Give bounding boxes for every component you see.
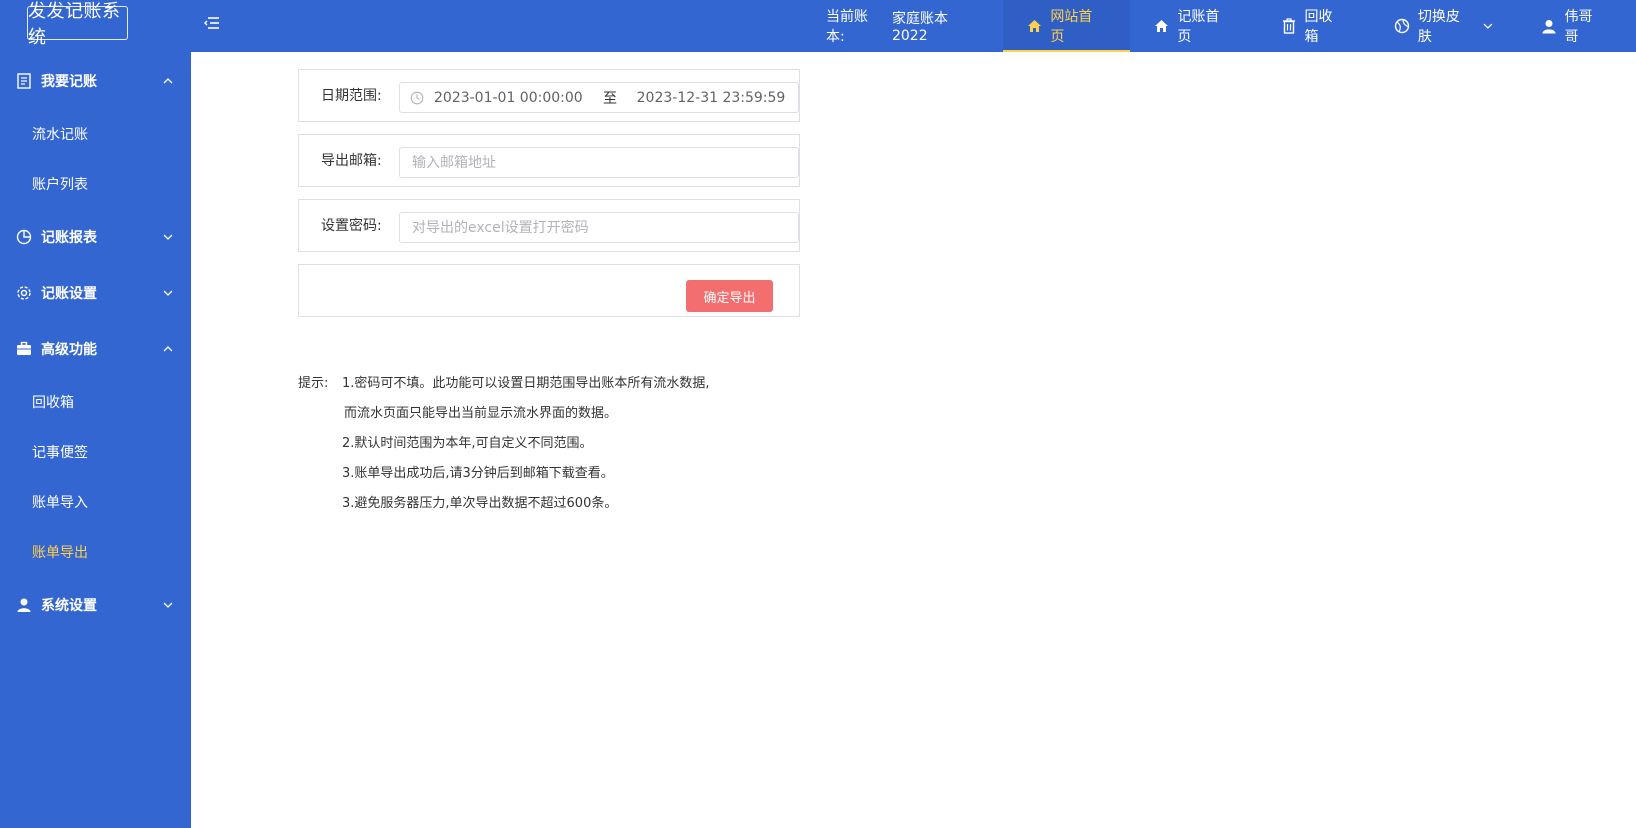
sidebar-item-label: 回收箱 [32,395,74,411]
nav-bookkeeping-home[interactable]: 记账首页 [1130,0,1257,52]
sidebar-group-system[interactable]: 系统设置 [0,577,191,633]
app-logo[interactable]: 发发记账系统 [27,1,128,48]
sidebar: 发发记账系统 我要记账 流水记账 账户列表 记账报表 记账设置 高级功能 回收箱… [0,0,191,828]
tip-line: 1.密码可不填。此功能可以设置日期范围导出账本所有流水数据, [342,376,710,391]
sidebar-group-label: 记账报表 [41,230,97,246]
nav-label: 记账首页 [1177,9,1220,45]
sidebar-item-import[interactable]: 账单导入 [0,477,191,527]
gear-icon [16,285,32,301]
menu-fold-icon [204,17,219,29]
password-input[interactable] [400,213,798,242]
tip-line: 2.默认时间范围为本年,可自定义不同范围。 [342,436,593,451]
user-icon [16,597,32,613]
date-range-row: 日期范围: 2023-01-01 00:00:00 至 2023-12-31 2… [298,69,800,122]
tips-label: 提示: [298,376,329,391]
sidebar-item-label: 账户列表 [32,177,88,193]
email-input[interactable] [400,148,798,177]
end-date-input[interactable]: 2023-12-31 23:59:59 [626,90,796,106]
sidebar-item-export[interactable]: 账单导出 [0,527,191,577]
nav-user-menu[interactable]: 伟哥哥 [1517,0,1636,52]
document-icon [16,73,32,89]
nav-label: 网站首页 [1050,9,1093,45]
email-row: 导出邮箱: [298,134,800,187]
ledger-name: 家庭账本2022 [891,11,948,44]
sidebar-menu: 我要记账 流水记账 账户列表 记账报表 记账设置 高级功能 回收箱 记事便签 账… [0,53,191,633]
sidebar-item-label: 记事便签 [32,445,88,461]
sidebar-group-label: 我要记账 [41,74,97,90]
header-left-bar [191,0,806,52]
nav-site-home[interactable]: 网站首页 [1002,0,1130,52]
start-date-input[interactable]: 2023-01-01 00:00:00 [434,90,594,106]
header-nav: 当前账本: 家庭账本2022 网站首页 记账首页 回收箱 切换皮肤 伟哥哥 [806,0,1636,52]
tip-line: 而流水页面只能导出当前显示流水界面的数据。 [344,406,618,421]
nav-label: 伟哥哥 [1564,9,1593,45]
chevron-down-icon [163,290,173,296]
sidebar-item-label: 账单导入 [32,495,88,511]
top-header: 当前账本: 家庭账本2022 网站首页 记账首页 回收箱 切换皮肤 伟哥哥 [0,0,1636,52]
palette-icon [1394,18,1410,34]
clock-icon [410,91,424,104]
sidebar-group-label: 记账设置 [41,286,97,302]
sidebar-group-advanced[interactable]: 高级功能 [0,321,191,377]
app-title: 发发记账系统 [28,1,121,48]
chevron-down-icon [163,234,173,240]
chevron-down-icon [163,602,173,608]
password-row: 设置密码: [298,199,800,252]
collapse-sidebar-button[interactable] [200,11,224,35]
home-icon [1027,18,1043,34]
briefcase-icon [16,341,32,357]
pie-chart-icon [16,229,32,245]
action-row: 确定导出 [298,264,800,317]
date-range-label: 日期范围: [321,88,382,104]
chevron-up-icon [163,78,173,84]
confirm-export-button[interactable]: 确定导出 [686,280,773,312]
sidebar-item-notes[interactable]: 记事便签 [0,427,191,477]
date-range-picker[interactable]: 2023-01-01 00:00:00 至 2023-12-31 23:59:5… [399,82,799,113]
sidebar-group-reports[interactable]: 记账报表 [0,209,191,265]
sidebar-item-accounts[interactable]: 账户列表 [0,159,191,209]
sidebar-item-recycle[interactable]: 回收箱 [0,377,191,427]
nav-recycle-bin[interactable]: 回收箱 [1257,0,1370,52]
password-label: 设置密码: [321,218,382,234]
home-icon [1154,18,1170,34]
email-input-box [399,147,799,178]
password-input-box [399,212,799,243]
chevron-down-icon [1483,23,1493,29]
nav-label: 切换皮肤 [1417,9,1460,45]
sidebar-group-label: 系统设置 [41,598,97,614]
trash-icon [1281,18,1297,34]
nav-switch-skin[interactable]: 切换皮肤 [1370,0,1517,52]
user-icon [1541,18,1557,34]
sidebar-item-label: 流水记账 [32,127,88,143]
sidebar-group-label: 高级功能 [41,342,97,358]
tip-line: 3.避免服务器压力,单次导出数据不超过600条。 [342,496,618,511]
nav-label: 回收箱 [1304,9,1333,45]
sidebar-item-label: 账单导出 [32,545,88,561]
sidebar-group-settings[interactable]: 记账设置 [0,265,191,321]
ledger-label: 当前账本: [826,9,868,45]
sidebar-item-journal[interactable]: 流水记账 [0,109,191,159]
date-range-separator: 至 [603,90,617,107]
tip-line: 3.账单导出成功后,请3分钟后到邮箱下载查看。 [342,466,614,481]
chevron-up-icon [163,346,173,352]
current-ledger: 当前账本: 家庭账本2022 [806,0,1003,52]
sidebar-group-bookkeeping[interactable]: 我要记账 [0,53,191,109]
email-label: 导出邮箱: [321,153,382,169]
